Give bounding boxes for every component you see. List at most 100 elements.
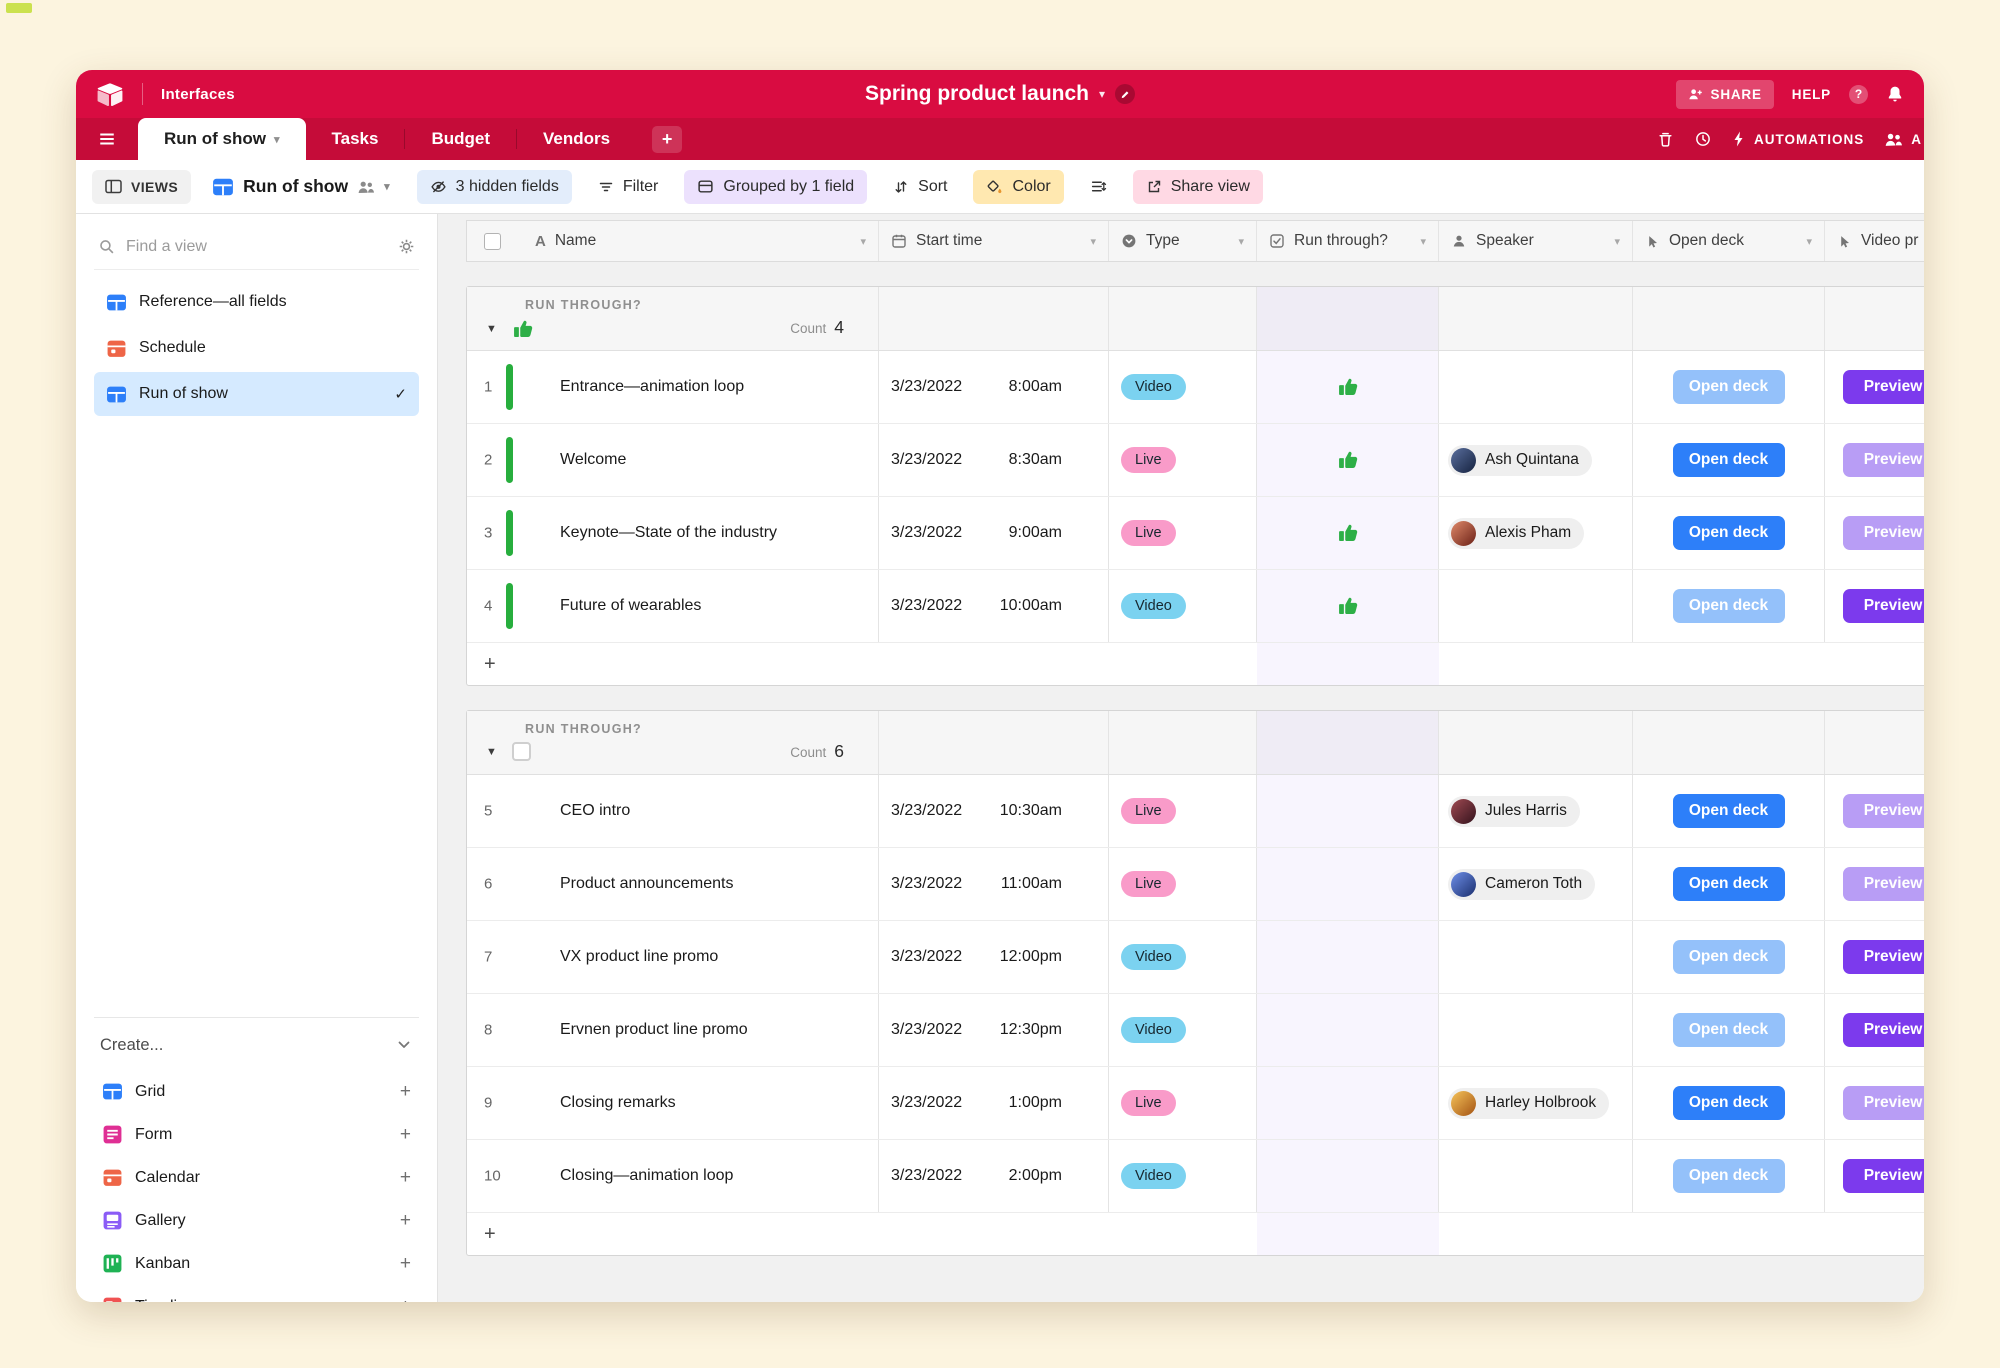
cell-speaker[interactable]: Ash Quintana xyxy=(1439,424,1633,496)
cell-start-time[interactable]: 3/23/202210:00am xyxy=(879,570,1109,642)
collapse-group-icon[interactable]: ▼ xyxy=(486,323,497,335)
column-header-name[interactable]: A Name▾ xyxy=(523,221,879,261)
plus-icon[interactable]: + xyxy=(400,1167,411,1189)
open-deck-button[interactable]: Open deck xyxy=(1673,370,1785,404)
open-deck-button[interactable]: Open deck xyxy=(1673,1086,1785,1120)
plus-icon[interactable]: + xyxy=(400,1210,411,1232)
cell-name[interactable]: Future of wearables xyxy=(523,570,879,642)
cell-type[interactable]: Video xyxy=(1109,570,1257,642)
plus-icon[interactable]: + xyxy=(400,1253,411,1275)
cell-start-time[interactable]: 3/23/202212:00pm xyxy=(879,921,1109,993)
tab-run-of-show[interactable]: Run of show▾ xyxy=(138,118,306,160)
view-item-reference-all-fields[interactable]: Reference—all fields xyxy=(94,280,419,324)
cell-run-through[interactable] xyxy=(1257,775,1439,847)
chevron-down-icon[interactable]: ▾ xyxy=(860,235,866,248)
row-number-cell[interactable]: 7 xyxy=(467,921,523,993)
cell-speaker[interactable]: Jules Harris xyxy=(1439,775,1633,847)
table-row[interactable]: 6 Product announcements 3/23/202211:00am… xyxy=(467,848,1924,921)
table-row[interactable]: 10 Closing—animation loop 3/23/20222:00p… xyxy=(467,1140,1924,1213)
cell-speaker[interactable] xyxy=(1439,1140,1633,1212)
create-timeline-view[interactable]: Timeline+ xyxy=(94,1285,419,1302)
title-caret-icon[interactable]: ▾ xyxy=(1099,87,1105,101)
row-height-button[interactable] xyxy=(1077,170,1120,204)
menu-icon[interactable] xyxy=(76,118,138,160)
preview-button[interactable]: Preview xyxy=(1843,1086,1924,1120)
cell-type[interactable]: Live xyxy=(1109,1067,1257,1139)
column-header-open-deck[interactable]: Open deck▾ xyxy=(1633,221,1825,261)
row-number-cell[interactable]: 1 xyxy=(467,351,523,423)
cell-speaker[interactable] xyxy=(1439,921,1633,993)
row-number-cell[interactable]: 2 xyxy=(467,424,523,496)
preview-button[interactable]: Preview xyxy=(1843,940,1924,974)
cell-run-through[interactable] xyxy=(1257,1067,1439,1139)
create-section-toggle[interactable]: Create... xyxy=(94,1020,419,1070)
cell-speaker[interactable] xyxy=(1439,994,1633,1066)
preview-button[interactable]: Preview xyxy=(1843,516,1924,550)
preview-button[interactable]: Preview xyxy=(1843,589,1924,623)
cell-run-through[interactable] xyxy=(1257,1140,1439,1212)
table-row[interactable]: 8 Ervnen product line promo 3/23/202212:… xyxy=(467,994,1924,1067)
row-number-cell[interactable]: 10 xyxy=(467,1140,523,1212)
create-kanban-view[interactable]: Kanban+ xyxy=(94,1242,419,1285)
automations-button[interactable]: AUTOMATIONS xyxy=(1732,131,1864,147)
preview-button[interactable]: Preview xyxy=(1843,370,1924,404)
cell-start-time[interactable]: 3/23/202210:30am xyxy=(879,775,1109,847)
plus-icon[interactable]: + xyxy=(400,1124,411,1146)
trash-icon[interactable] xyxy=(1657,131,1674,148)
current-view-selector[interactable]: Run of show ▾ xyxy=(212,176,390,198)
color-button[interactable]: Color xyxy=(973,170,1063,204)
open-deck-button[interactable]: Open deck xyxy=(1673,516,1785,550)
column-header-type[interactable]: Type▾ xyxy=(1109,221,1257,261)
cell-type[interactable]: Live xyxy=(1109,424,1257,496)
column-header-run-through[interactable]: Run through?▾ xyxy=(1257,221,1439,261)
cell-start-time[interactable]: 3/23/20221:00pm xyxy=(879,1067,1109,1139)
cell-run-through[interactable] xyxy=(1257,848,1439,920)
cell-start-time[interactable]: 3/23/20229:00am xyxy=(879,497,1109,569)
add-table-button[interactable]: + xyxy=(652,126,682,153)
hidden-fields-button[interactable]: 3 hidden fields xyxy=(417,170,572,204)
gear-icon[interactable] xyxy=(398,238,415,255)
open-deck-button[interactable]: Open deck xyxy=(1673,867,1785,901)
row-number-cell[interactable]: 3 xyxy=(467,497,523,569)
row-number-cell[interactable]: 9 xyxy=(467,1067,523,1139)
row-number-cell[interactable]: 8 xyxy=(467,994,523,1066)
open-deck-button[interactable]: Open deck xyxy=(1673,443,1785,477)
cell-speaker[interactable] xyxy=(1439,570,1633,642)
tab-vendors[interactable]: Vendors xyxy=(517,118,636,160)
row-number-cell[interactable]: 6 xyxy=(467,848,523,920)
edit-title-icon[interactable] xyxy=(1115,84,1135,104)
find-view-input[interactable] xyxy=(126,238,387,256)
views-sidebar-toggle[interactable]: VIEWS xyxy=(92,170,191,204)
cell-speaker[interactable] xyxy=(1439,351,1633,423)
open-deck-button[interactable]: Open deck xyxy=(1673,794,1785,828)
table-row[interactable]: 9 Closing remarks 3/23/20221:00pm Live H… xyxy=(467,1067,1924,1140)
chevron-down-icon[interactable]: ▾ xyxy=(1614,235,1620,248)
cell-name[interactable]: VX product line promo xyxy=(523,921,879,993)
cell-type[interactable]: Live xyxy=(1109,848,1257,920)
group-button[interactable]: Grouped by 1 field xyxy=(684,170,867,204)
open-deck-button[interactable]: Open deck xyxy=(1673,589,1785,623)
column-header-video-preview[interactable]: Video pr xyxy=(1825,221,1924,261)
select-all-checkbox[interactable] xyxy=(484,233,501,250)
table-row[interactable]: 3 Keynote—State of the industry 3/23/202… xyxy=(467,497,1924,570)
cell-name[interactable]: Product announcements xyxy=(523,848,879,920)
column-header-speaker[interactable]: Speaker▾ xyxy=(1439,221,1633,261)
collaborators-button[interactable]: A xyxy=(1884,131,1922,148)
share-view-button[interactable]: Share view xyxy=(1133,170,1263,204)
plus-icon[interactable]: + xyxy=(467,1223,496,1246)
plus-icon[interactable]: + xyxy=(467,653,496,676)
create-gallery-view[interactable]: Gallery+ xyxy=(94,1199,419,1242)
create-calendar-view[interactable]: Calendar+ xyxy=(94,1156,419,1199)
cell-speaker[interactable]: Cameron Toth xyxy=(1439,848,1633,920)
row-number-cell[interactable]: 4 xyxy=(467,570,523,642)
cell-type[interactable]: Live xyxy=(1109,775,1257,847)
open-deck-button[interactable]: Open deck xyxy=(1673,1159,1785,1193)
select-all-cell[interactable] xyxy=(467,221,523,261)
history-icon[interactable] xyxy=(1694,130,1712,148)
share-button[interactable]: SHARE xyxy=(1676,80,1774,109)
open-deck-button[interactable]: Open deck xyxy=(1673,1013,1785,1047)
cell-run-through[interactable] xyxy=(1257,994,1439,1066)
cell-type[interactable]: Video xyxy=(1109,994,1257,1066)
cell-speaker[interactable]: Harley Holbrook xyxy=(1439,1067,1633,1139)
cell-name[interactable]: CEO intro xyxy=(523,775,879,847)
